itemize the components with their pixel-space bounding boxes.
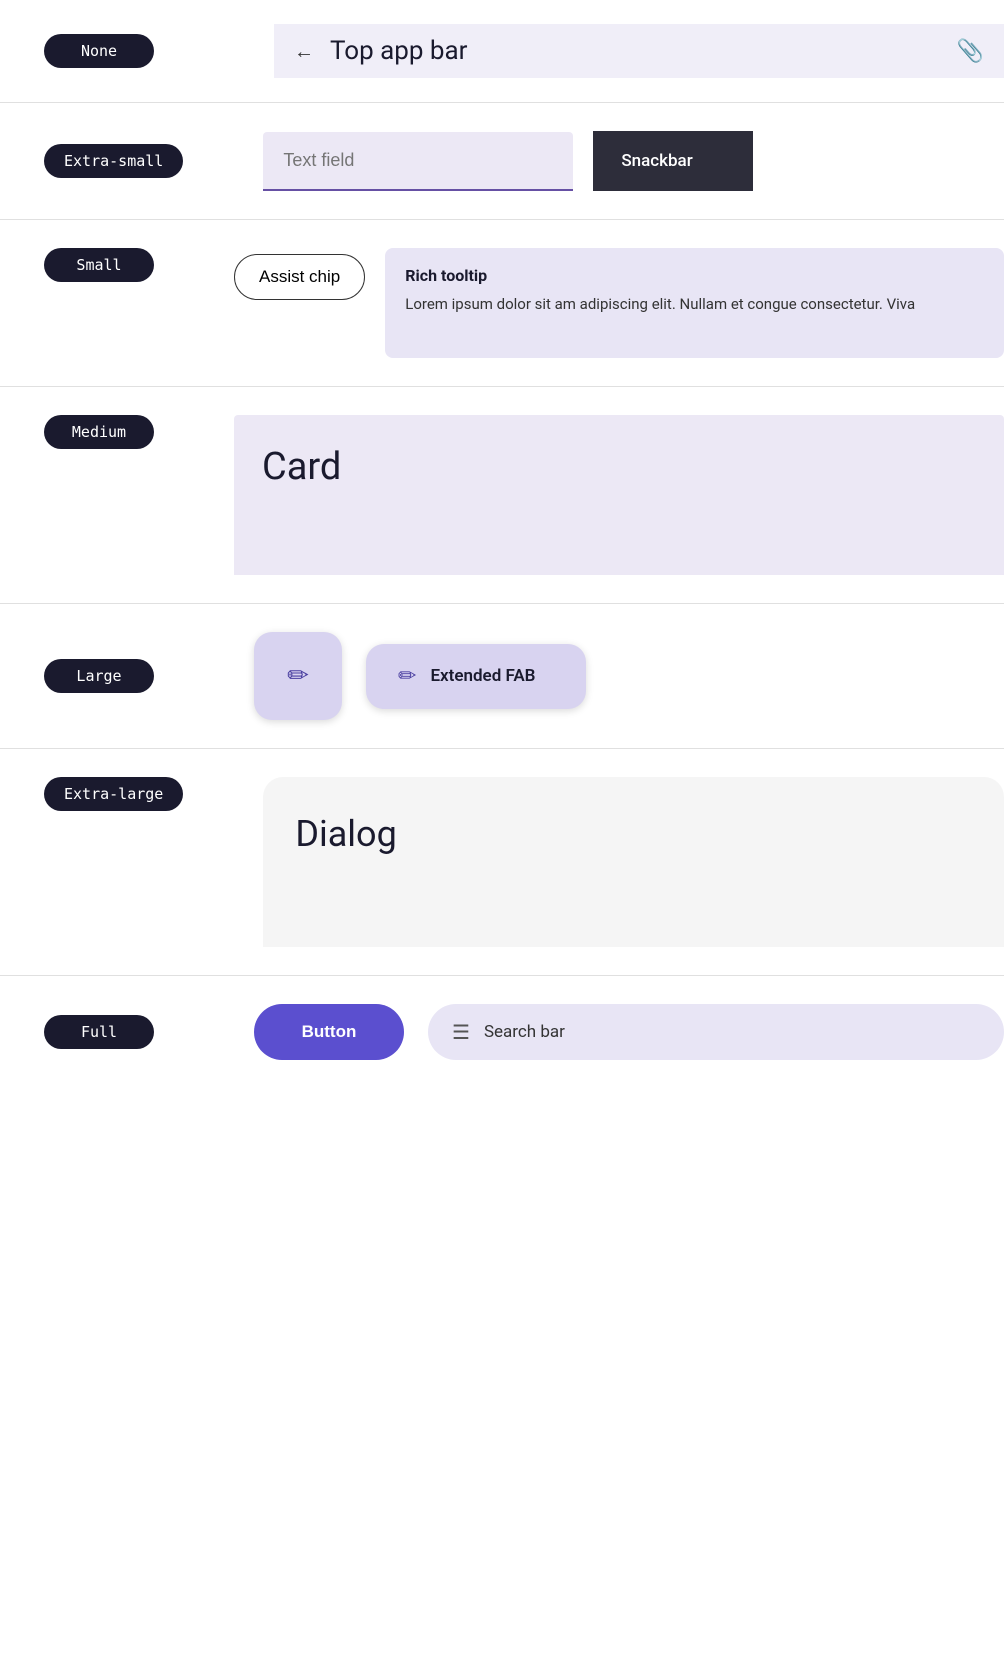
search-bar[interactable]: ☰ Search bar [428, 1004, 1004, 1060]
extended-fab-button[interactable]: ✏ Extended FAB [366, 644, 586, 709]
assist-chip[interactable]: Assist chip [234, 254, 365, 300]
text-field-container [263, 132, 573, 191]
row-extra-small: Extra-small Snackbar [0, 103, 1004, 220]
row-medium: Medium Card [0, 387, 1004, 604]
row-large: Large ✏ ✏ Extended FAB [0, 604, 1004, 749]
card: Card [234, 415, 1004, 575]
badge-full: Full [44, 1015, 154, 1049]
menu-icon: ☰ [452, 1020, 470, 1044]
back-icon[interactable]: ← [294, 39, 314, 64]
snackbar-label: Snackbar [621, 151, 692, 171]
row-full: Full Button ☰ Search bar [0, 976, 1004, 1088]
row-5-content: ✏ ✏ Extended FAB [254, 632, 586, 720]
rich-tooltip: Rich tooltip Lorem ipsum dolor sit am ad… [385, 248, 1004, 358]
badge-extra-small: Extra-small [44, 144, 183, 178]
row-7-content: Button ☰ Search bar [254, 1004, 1004, 1060]
attach-icon[interactable]: 📎 [957, 39, 984, 64]
rich-tooltip-body: Lorem ipsum dolor sit am adipiscing elit… [405, 293, 984, 316]
text-field-input[interactable] [263, 132, 573, 191]
search-bar-label: Search bar [484, 1022, 565, 1042]
row-3-content: Assist chip Rich tooltip Lorem ipsum dol… [234, 248, 1004, 358]
card-title: Card [262, 445, 341, 489]
top-app-bar-title: Top app bar [330, 36, 957, 66]
dialog-title: Dialog [295, 813, 396, 855]
rich-tooltip-title: Rich tooltip [405, 266, 984, 285]
fab-button[interactable]: ✏ [254, 632, 342, 720]
filled-button[interactable]: Button [254, 1004, 404, 1060]
row-small: Small Assist chip Rich tooltip Lorem ips… [0, 220, 1004, 387]
snackbar: Snackbar [593, 131, 753, 191]
fab-edit-icon: ✏ [287, 661, 309, 691]
extended-fab-icon: ✏ [398, 664, 416, 689]
top-app-bar: ← Top app bar 📎 [274, 24, 1004, 78]
badge-medium: Medium [44, 415, 154, 449]
dialog: Dialog [263, 777, 1004, 947]
row-extra-large: Extra-large Dialog [0, 749, 1004, 976]
row-none: None ← Top app bar 📎 [0, 0, 1004, 103]
extended-fab-label: Extended FAB [430, 666, 535, 686]
badge-none: None [44, 34, 154, 68]
badge-extra-large: Extra-large [44, 777, 183, 811]
badge-small: Small [44, 248, 154, 282]
badge-large: Large [44, 659, 154, 693]
